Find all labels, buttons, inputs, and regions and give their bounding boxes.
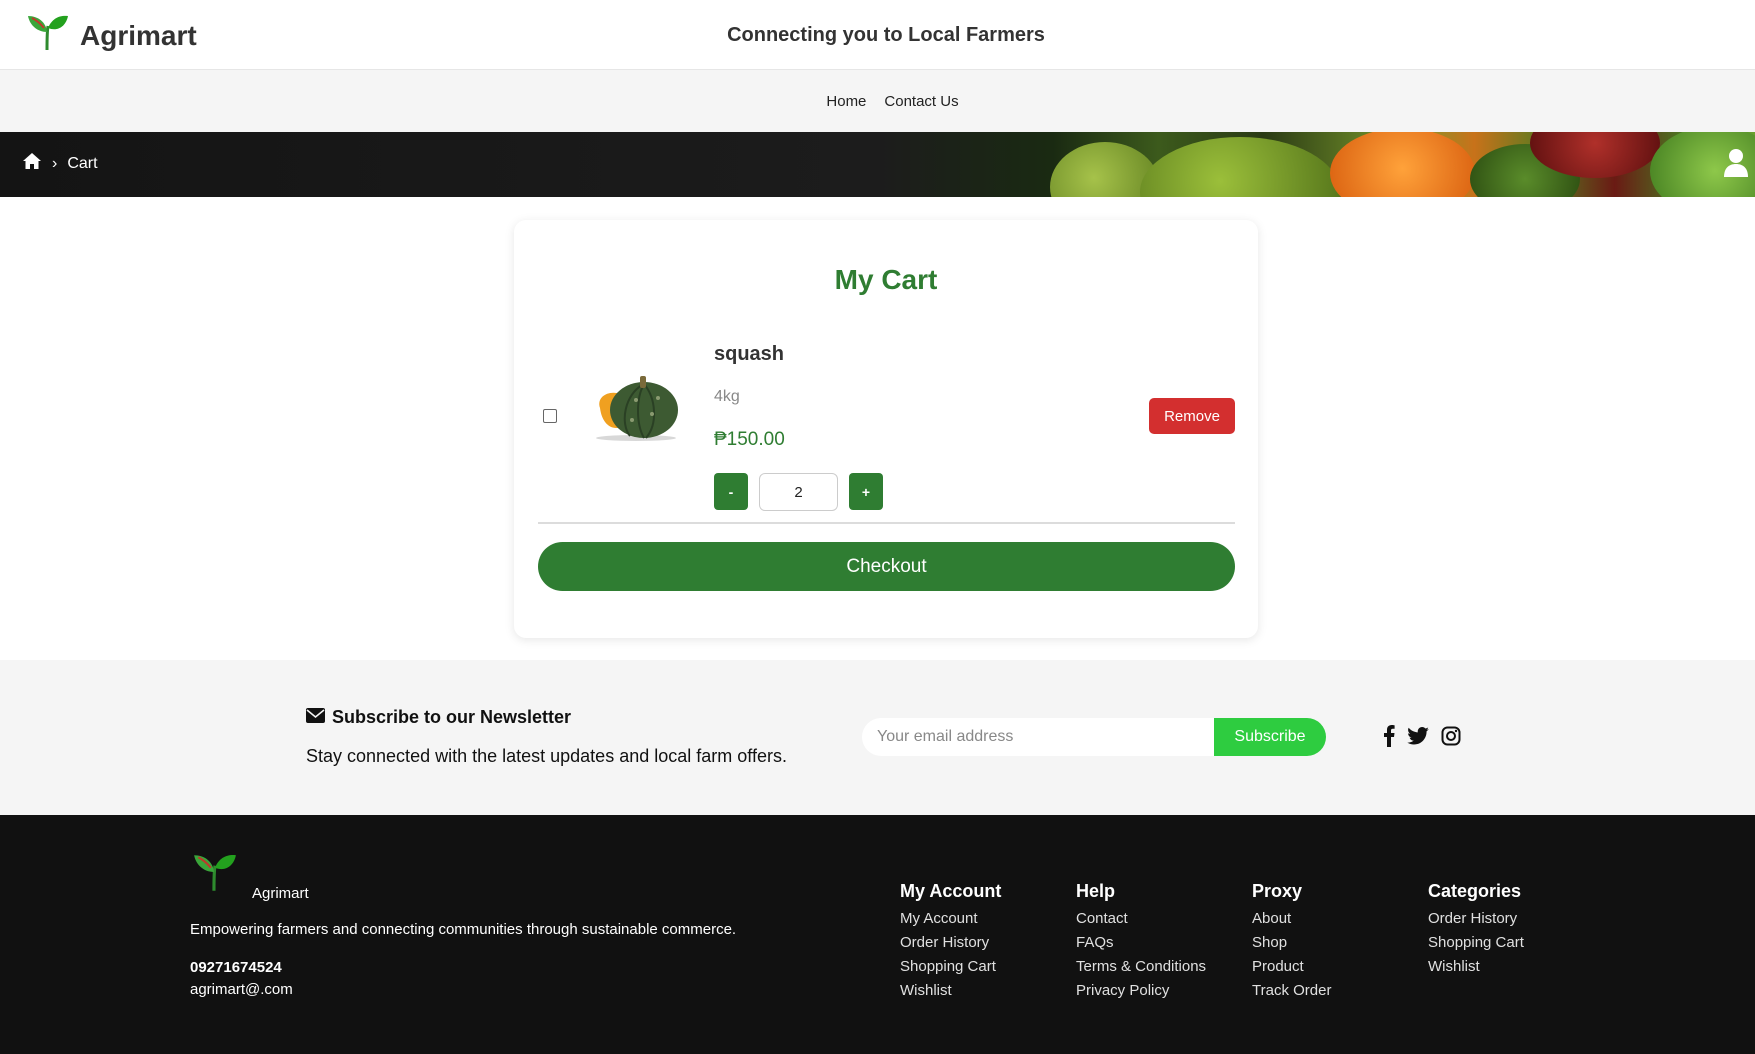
social-links [1383,725,1461,752]
footer-column-help: Help Contact FAQs Terms & Conditions Pri… [1076,881,1206,1003]
footer-link[interactable]: Shop [1252,931,1331,955]
footer-column-title: My Account [900,881,1002,901]
footer-column-title: Help [1076,881,1116,901]
twitter-icon[interactable] [1407,727,1429,750]
footer-link[interactable]: Product [1252,955,1331,979]
orange-image [1330,132,1475,197]
instagram-icon[interactable] [1441,726,1461,751]
cart-title: My Cart [834,264,938,295]
footer-column-my-account: My Account My Account Order History Shop… [900,881,1001,1003]
footer-link[interactable]: Order History [1428,907,1524,931]
newsletter-section: Subscribe to our Newsletter Stay connect… [0,660,1755,815]
footer-link[interactable]: Shopping Cart [900,955,1001,979]
product-weight: 4kg [714,388,740,405]
site-header: Agrimart Connecting you to Local Farmers [0,0,1755,70]
footer-column-categories: Categories Order History Shopping Cart W… [1428,881,1524,979]
footer-link[interactable]: My Account [900,907,1001,931]
cart-divider [538,522,1235,524]
footer-column-title: Categories [1428,881,1522,901]
site-footer: Agrimart Empowering farmers and connecti… [0,815,1755,1054]
increase-quantity-button[interactable]: + [849,473,883,510]
footer-link[interactable]: Shopping Cart [1428,931,1524,955]
footer-link[interactable]: FAQs [1076,931,1206,955]
breadcrumb: › Cart [22,152,98,175]
footer-link[interactable]: Wishlist [900,979,1001,1003]
footer-link[interactable]: Wishlist [1428,955,1524,979]
site-tagline: Connecting you to Local Farmers [727,24,1045,46]
footer-brand-name: Agrimart [252,885,309,902]
user-account-icon[interactable] [1723,148,1749,183]
footer-link[interactable]: About [1252,907,1331,931]
newsletter-email-input[interactable] [862,718,1216,756]
footer-link[interactable]: Order History [900,931,1001,955]
footer-link[interactable]: Privacy Policy [1076,979,1206,1003]
nav-home-link[interactable]: Home [826,93,866,110]
hero-banner: › Cart [0,132,1755,197]
subscribe-button[interactable]: Subscribe [1214,718,1326,756]
footer-column-proxy: Proxy About Shop Product Track Order [1252,881,1331,1003]
footer-link[interactable]: Terms & Conditions [1076,955,1206,979]
envelope-icon [306,707,325,728]
breadcrumb-current: Cart [67,154,98,172]
main-nav: Home Contact Us [0,70,1755,132]
footer-sprout-logo-icon [192,853,238,898]
checkout-button[interactable]: Checkout [538,542,1235,591]
decrease-quantity-button[interactable]: - [714,473,748,510]
zucchini-image-2 [1140,137,1340,197]
nav-contact-link[interactable]: Contact Us [884,93,958,110]
footer-email: agrimart@.com [190,981,293,998]
footer-description: Empowering farmers and connecting commun… [190,921,737,938]
quantity-input[interactable] [759,473,838,511]
facebook-icon[interactable] [1383,725,1395,752]
newsletter-heading: Subscribe to our Newsletter [306,707,571,728]
footer-phone: 09271674524 [190,959,282,976]
footer-column-title: Proxy [1252,881,1303,901]
remove-item-button[interactable]: Remove [1149,398,1235,434]
home-icon[interactable] [22,152,42,175]
newsletter-subtitle: Stay connected with the latest updates a… [306,746,787,766]
item-select-checkbox[interactable] [543,409,557,423]
newsletter-title: Subscribe to our Newsletter [332,707,572,727]
breadcrumb-separator: › [52,154,58,172]
product-price: ₱150.00 [714,429,785,450]
cart-card: My Cart squash 4kg ₱150.00 - + Remove Ch… [514,220,1258,638]
squash-product-image [586,368,682,447]
footer-link[interactable]: Track Order [1252,979,1331,1003]
footer-link[interactable]: Contact [1076,907,1206,931]
product-name: squash [714,343,785,365]
